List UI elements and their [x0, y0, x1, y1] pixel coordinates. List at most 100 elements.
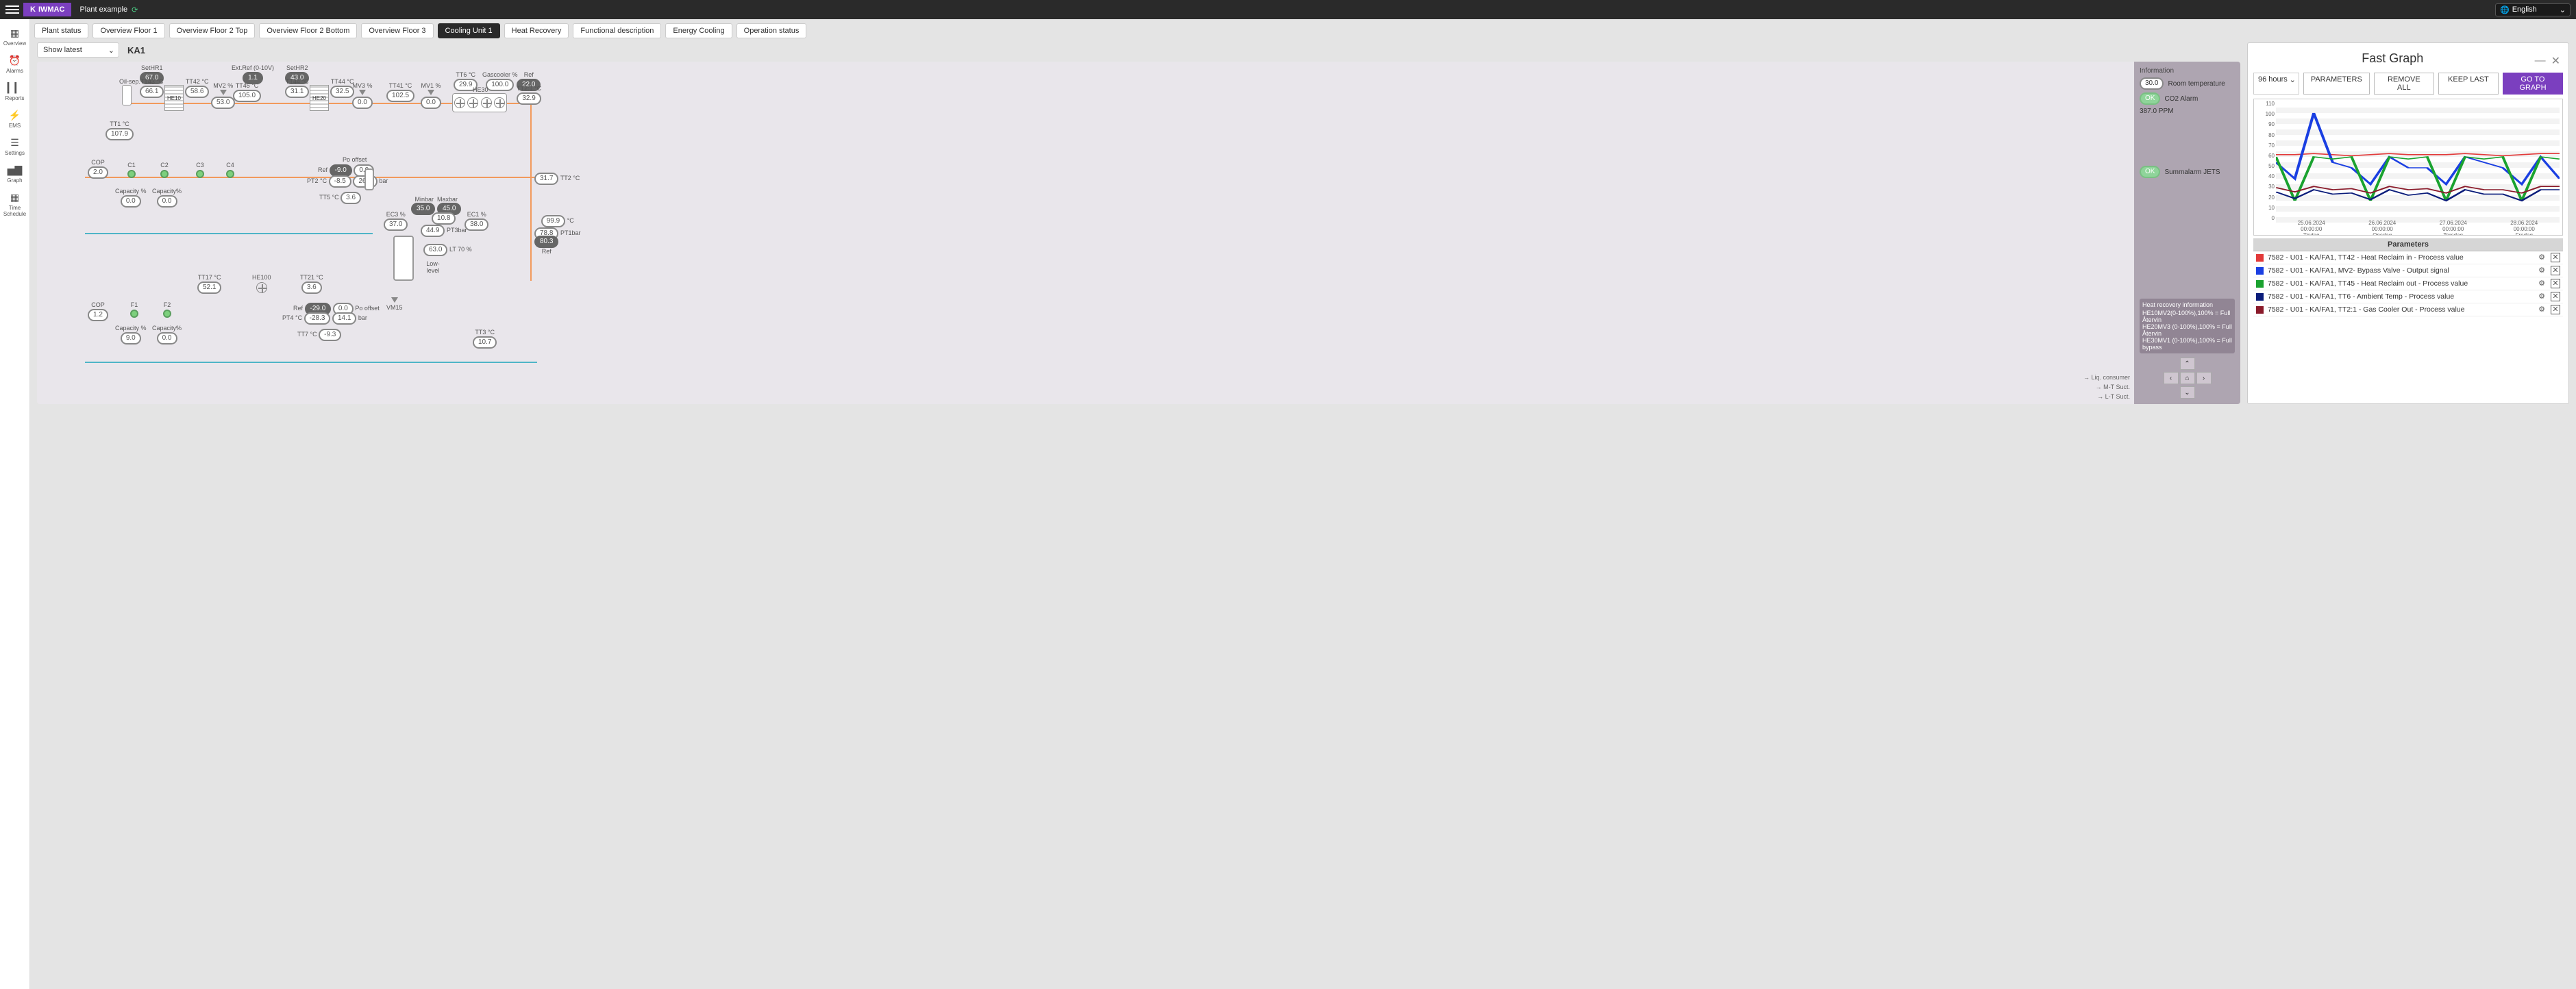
value-tt21top: 32.9 [517, 92, 541, 105]
value-tt3: 10.7 [473, 336, 497, 349]
nav-overview[interactable]: ▦Overview [0, 23, 29, 51]
parameters-button[interactable]: PARAMETERS [2303, 73, 2370, 95]
menu-button[interactable] [5, 3, 19, 16]
range-select[interactable]: 96 hours [2253, 73, 2299, 95]
label-pooffset: Po offset [343, 156, 367, 163]
nav-icon: ▦ [0, 27, 29, 39]
label-mv1: MV1 % [421, 82, 441, 89]
label-tt44b: TT44 °C [330, 78, 354, 85]
value-lt70: 63.0 [423, 244, 447, 256]
unit-title: KA1 [127, 45, 145, 55]
remove-param-button[interactable]: ✕ [2551, 253, 2560, 262]
value-mv1: 0.0 [421, 97, 441, 109]
nav-alarms[interactable]: ⏰Alarms [0, 51, 29, 78]
value-ec3: 37.0 [384, 218, 408, 231]
show-latest-select[interactable]: Show latest [37, 42, 119, 58]
label-c2: C2 [160, 162, 169, 168]
label-cop2: COP [88, 301, 108, 308]
label-f1: F1 [130, 301, 138, 308]
label-c4: C4 [226, 162, 234, 168]
pan-left-button[interactable]: ‹ [2164, 372, 2179, 384]
nav-time-schedule[interactable]: ▦Time Schedule [0, 188, 29, 221]
brand-logo[interactable]: IWMAC [23, 3, 71, 16]
hr-info-box: Heat recovery information HE10MV2(0-100%… [2140, 299, 2235, 353]
label-cap2: Capacity% [152, 188, 182, 195]
pan-home-button[interactable]: ⌂ [2180, 372, 2195, 384]
f2-led-icon [163, 310, 171, 318]
close-button[interactable]: ✕ [2549, 54, 2563, 68]
remove-param-button[interactable]: ✕ [2551, 292, 2560, 301]
label-sethr2: SetHR2 [285, 64, 309, 71]
label-minbar: Minbar [414, 196, 434, 203]
remove-param-button[interactable]: ✕ [2551, 279, 2560, 288]
tab-heat-recovery[interactable]: Heat Recovery [504, 23, 569, 38]
value-co2: OK [2140, 92, 2160, 105]
tab-overview-floor-1[interactable]: Overview Floor 1 [92, 23, 164, 38]
f1-led-icon [130, 310, 138, 318]
param-name: 7582 - U01 - KA/FA1, MV2- Bypass Valve -… [2268, 266, 2533, 275]
tab-functional-description[interactable]: Functional description [573, 23, 661, 38]
label-tt3: TT3 °C [473, 329, 497, 336]
color-swatch [2256, 280, 2264, 288]
language-label: English [2512, 5, 2537, 14]
gear-icon[interactable]: ⚙ [2537, 279, 2547, 288]
nav-settings[interactable]: ☰Settings [0, 133, 29, 160]
show-latest-label: Show latest [43, 46, 82, 54]
gear-icon[interactable]: ⚙ [2537, 292, 2547, 301]
pan-right-button[interactable]: › [2196, 372, 2212, 384]
value-cap4: 0.0 [157, 332, 177, 345]
remove-param-button[interactable]: ✕ [2551, 305, 2560, 314]
label-tt1: TT1 °C [106, 121, 134, 127]
label-tt43: TT43 °C [140, 78, 164, 85]
value-extref: 1.1 [243, 72, 263, 84]
minimize-button[interactable]: — [2532, 55, 2549, 67]
unit-pt2: bar [379, 177, 388, 184]
label-tt41: TT41 °C [386, 82, 414, 89]
param-row: 7582 - U01 - KA/FA1, TT6 - Ambient Temp … [2253, 290, 2563, 303]
c3-led-icon [196, 170, 204, 178]
label-tt7: TT7 °C [297, 331, 317, 338]
tab-overview-floor-2-bottom[interactable]: Overview Floor 2 Bottom [259, 23, 357, 38]
nav-reports[interactable]: ▎▎Reports [0, 78, 29, 105]
value-cop2: 1.2 [88, 309, 108, 321]
vm15-valve-icon [391, 297, 398, 303]
value-tt44b: 32.5 [330, 86, 354, 98]
tab-overview-floor-2-top[interactable]: Overview Floor 2 Top [169, 23, 256, 38]
tab-cooling-unit-1[interactable]: Cooling Unit 1 [438, 23, 500, 38]
gear-icon[interactable]: ⚙ [2537, 253, 2547, 262]
tab-energy-cooling[interactable]: Energy Cooling [665, 23, 732, 38]
gear-icon[interactable]: ⚙ [2537, 305, 2547, 314]
tab-operation-status[interactable]: Operation status [736, 23, 807, 38]
remove-param-button[interactable]: ✕ [2551, 266, 2560, 275]
pan-up-button[interactable]: ⌃ [2180, 358, 2195, 370]
label-maxbar: Maxbar [437, 196, 458, 203]
nav-icon: ☰ [0, 137, 29, 149]
tab-plant-status[interactable]: Plant status [34, 23, 88, 38]
nav-graph[interactable]: ▅▇Graph [0, 160, 29, 188]
fast-graph-chart: 1101009080706050403020100 25.06.202400:0… [2253, 99, 2563, 236]
go-to-graph-button[interactable]: GO TO GRAPH [2503, 73, 2563, 95]
label-cap1: Capacity % [115, 188, 147, 195]
remove-all-button[interactable]: REMOVE ALL [2374, 73, 2434, 95]
value-ppm: 387.0 PPM [2140, 108, 2173, 115]
hr-info-line2: HE20MV3 (0-100%),100% = Full Återvin [2142, 323, 2232, 337]
keep-last-button[interactable]: KEEP LAST [2438, 73, 2499, 95]
tab-bar: Plant status Overview Floor 1 Overview Flo… [30, 19, 2576, 42]
label-tt21top: TT2:1 °C [517, 85, 541, 92]
c4-led-icon [226, 170, 234, 178]
gear-icon[interactable]: ⚙ [2537, 266, 2547, 275]
mv3-valve-icon [359, 90, 366, 95]
nav-ems[interactable]: ⚡EMS [0, 105, 29, 133]
label-he100: HE100 [252, 274, 271, 281]
sync-icon[interactable]: ⟳ [132, 5, 138, 14]
nav-icon: ⚡ [0, 110, 29, 121]
label-pt1: PT1bar [560, 229, 581, 236]
label-ref22: Ref [517, 71, 541, 78]
hr-info-line1: HE10MV2(0-100%),100% = Full Återvin [2142, 310, 2232, 323]
pan-down-button[interactable]: ⌄ [2180, 386, 2195, 399]
unit-pt4: bar [358, 314, 367, 321]
language-select[interactable]: 🌐 English [2495, 3, 2571, 16]
tab-overview-floor-3[interactable]: Overview Floor 3 [361, 23, 433, 38]
value-cap2: 0.0 [157, 195, 177, 208]
value-tt7: -9.3 [319, 329, 341, 341]
